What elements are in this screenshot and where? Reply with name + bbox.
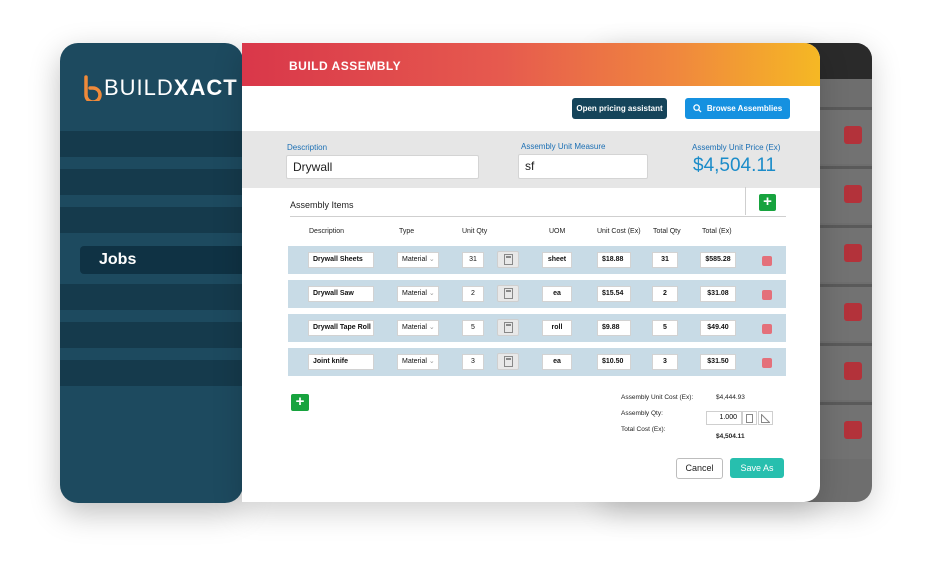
delete-icon[interactable] — [844, 362, 862, 380]
total-qty-value: 2 — [652, 286, 678, 302]
brand-name: BUILDXACT — [104, 75, 238, 100]
calculator-icon[interactable] — [497, 353, 519, 370]
item-type-value: Material — [402, 256, 427, 263]
column-header: Total Qty — [653, 228, 681, 235]
uom-input[interactable]: ea — [542, 286, 572, 302]
dialog-header: BUILD ASSEMBLY — [242, 43, 820, 86]
uom-input[interactable]: sheet — [542, 252, 572, 268]
column-header: Type — [399, 228, 415, 235]
sidebar-item[interactable] — [60, 360, 243, 386]
divider — [290, 216, 786, 217]
total-value: $585.28 — [700, 252, 736, 268]
open-pricing-assistant-button[interactable]: Open pricing assistant — [572, 98, 667, 119]
item-type-select[interactable]: Material ⌄ — [397, 320, 439, 336]
search-icon — [693, 104, 702, 113]
unit-cost-summary-label: Assembly Unit Cost (Ex): — [621, 394, 694, 401]
unit-cost-input[interactable]: $9.88 — [597, 320, 631, 336]
column-header: Total (Ex) — [702, 228, 732, 235]
column-header: UOM — [549, 228, 566, 235]
cancel-button[interactable]: Cancel — [676, 458, 723, 479]
total-cost-value: $4,504.11 — [716, 433, 745, 440]
total-value: $31.50 — [700, 354, 736, 370]
assembly-qty-input[interactable]: 1.000 — [706, 411, 742, 425]
unit-cost-summary-value: $4,444.93 — [716, 394, 745, 401]
sidebar-item[interactable] — [60, 322, 243, 348]
dialog-title: BUILD ASSEMBLY — [289, 59, 402, 73]
item-type-select[interactable]: Material ⌄ — [397, 354, 439, 370]
unit-qty-input[interactable]: 31 — [462, 252, 484, 268]
column-header: Unit Cost (Ex) — [597, 228, 641, 235]
sidebar-item[interactable] — [60, 207, 243, 233]
build-assembly-dialog: BUILD ASSEMBLY Open pricing assistant Br… — [242, 43, 820, 502]
browse-assemblies-button[interactable]: Browse Assemblies — [685, 98, 790, 119]
unit-price-label: Assembly Unit Price (Ex) — [692, 143, 781, 152]
unit-cost-input[interactable]: $18.88 — [597, 252, 631, 268]
ruler-icon[interactable] — [758, 411, 773, 425]
uom-input[interactable]: roll — [542, 320, 572, 336]
description-label: Description — [287, 143, 328, 152]
item-description-input[interactable]: Drywall Tape Roll — [308, 320, 374, 336]
delete-icon[interactable] — [844, 244, 862, 262]
sidebar-item[interactable] — [60, 169, 243, 195]
save-as-button[interactable]: Save As — [730, 458, 784, 478]
buildxact-logo-icon — [82, 75, 102, 104]
total-cost-label: Total Cost (Ex): — [621, 426, 666, 433]
total-value: $31.08 — [700, 286, 736, 302]
item-type-value: Material — [402, 324, 427, 331]
unit-price-value: $4,504.11 — [693, 155, 777, 176]
assembly-items-title: Assembly Items — [290, 200, 354, 210]
item-type-select[interactable]: Material ⌄ — [397, 286, 439, 302]
delete-item-icon[interactable] — [762, 256, 772, 266]
uom-input[interactable]: ea — [542, 354, 572, 370]
item-description-input[interactable]: Drywall Saw — [308, 286, 374, 302]
sidebar-item[interactable] — [60, 284, 243, 310]
item-type-value: Material — [402, 358, 427, 365]
unit-qty-input[interactable]: 3 — [462, 354, 484, 370]
total-qty-value: 3 — [652, 354, 678, 370]
table-row: Drywall Sheets Material ⌄ 31 sheet $18.8… — [288, 246, 786, 274]
table-row: Drywall Tape Roll Material ⌄ 5 roll $9.8… — [288, 314, 786, 342]
delete-icon[interactable] — [844, 126, 862, 144]
buildxact-logo: BUILDXACT — [82, 73, 238, 104]
column-header: Unit Qty — [462, 228, 488, 235]
unit-cost-input[interactable]: $15.54 — [597, 286, 631, 302]
add-item-button-bottom[interactable]: + — [291, 394, 309, 411]
item-type-value: Material — [402, 290, 427, 297]
add-item-button-top[interactable]: + — [759, 194, 776, 211]
table-row: Drywall Saw Material ⌄ 2 ea $15.54 2 $31… — [288, 280, 786, 308]
calculator-icon[interactable] — [497, 251, 519, 268]
item-type-select[interactable]: Material ⌄ — [397, 252, 439, 268]
item-description-input[interactable]: Drywall Sheets — [308, 252, 374, 268]
delete-item-icon[interactable] — [762, 324, 772, 334]
total-qty-value: 5 — [652, 320, 678, 336]
table-row: Joint knife Material ⌄ 3 ea $10.50 3 $31… — [288, 348, 786, 376]
unit-qty-input[interactable]: 5 — [462, 320, 484, 336]
unit-measure-label: Assembly Unit Measure — [521, 142, 606, 151]
browse-assemblies-label: Browse Assemblies — [706, 104, 783, 113]
delete-icon[interactable] — [844, 303, 862, 321]
description-input[interactable]: Drywall — [286, 155, 479, 179]
calculator-icon[interactable] — [497, 285, 519, 302]
sidebar-item-jobs[interactable]: Jobs — [80, 246, 260, 274]
delete-item-icon[interactable] — [762, 358, 772, 368]
unit-measure-input[interactable]: sf — [518, 154, 648, 179]
unit-qty-input[interactable]: 2 — [462, 286, 484, 302]
delete-icon[interactable] — [844, 421, 862, 439]
unit-cost-input[interactable]: $10.50 — [597, 354, 631, 370]
calculator-icon[interactable] — [742, 411, 757, 425]
delete-item-icon[interactable] — [762, 290, 772, 300]
sidebar-item[interactable] — [60, 131, 243, 157]
total-qty-value: 31 — [652, 252, 678, 268]
divider — [745, 187, 746, 215]
calculator-icon[interactable] — [497, 319, 519, 336]
total-value: $49.40 — [700, 320, 736, 336]
delete-icon[interactable] — [844, 185, 862, 203]
column-header: Description — [309, 228, 345, 235]
item-description-input[interactable]: Joint knife — [308, 354, 374, 370]
assembly-qty-label: Assembly Qty: — [621, 410, 663, 417]
